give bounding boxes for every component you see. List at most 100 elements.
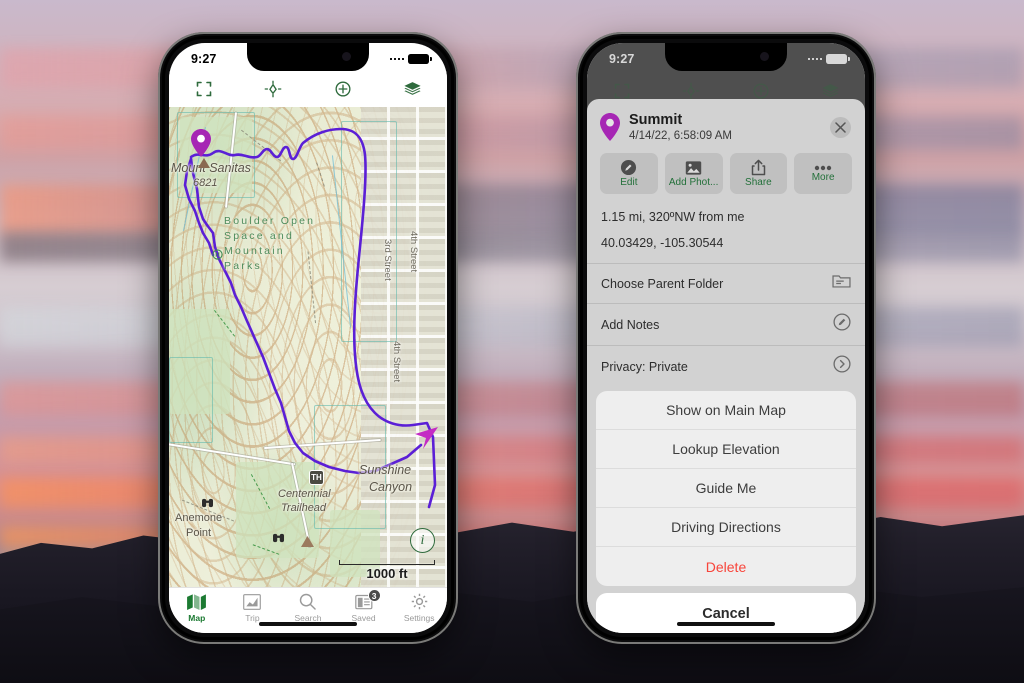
more-label: More — [811, 171, 835, 183]
signal-icon — [389, 57, 404, 61]
fullscreen-icon — [196, 81, 212, 97]
locate-me-button-dimmed — [657, 82, 727, 100]
locate-icon — [264, 80, 282, 98]
heading-arrow-marker[interactable] — [414, 425, 440, 458]
map-pin-summit[interactable] — [191, 129, 211, 157]
phone-right: 9:27 Summit 4/14/22, 6:58:09 AM Edit Add… — [576, 32, 876, 644]
status-indicators — [807, 53, 850, 65]
route-path-west — [189, 157, 423, 475]
action-driving-directions[interactable]: Driving Directions — [596, 508, 856, 547]
layers-button[interactable] — [378, 80, 448, 98]
tab-settings-label: Settings — [403, 613, 435, 623]
ellipsis-icon — [814, 165, 832, 170]
close-icon — [835, 121, 846, 133]
privacy-row[interactable]: Privacy: Private — [587, 345, 865, 387]
gear-icon — [411, 592, 428, 611]
search-icon — [299, 592, 317, 611]
fullscreen-button[interactable] — [169, 81, 239, 97]
action-lookup-elevation[interactable]: Lookup Elevation — [596, 430, 856, 469]
action-guide-me[interactable]: Guide Me — [596, 469, 856, 508]
tab-settings[interactable]: Settings — [391, 592, 447, 623]
battery-icon — [408, 53, 432, 65]
coordinates-line: 40.03429, -105.30544 — [601, 236, 724, 250]
pencil-circle-icon — [833, 313, 851, 336]
close-button[interactable] — [830, 116, 851, 138]
add-notes-row[interactable]: Add Notes — [587, 303, 865, 345]
action-sheet: Show on Main Map Lookup Elevation Guide … — [587, 391, 865, 633]
action-cancel[interactable]: Cancel — [596, 593, 856, 633]
left-screen: 9:27 Mount Sanitas 6821 Boulder Open Spa… — [169, 43, 447, 633]
tab-search[interactable]: Search — [280, 592, 336, 623]
distance-bearing-line: 1.15 mi, 320ºNW from me — [601, 210, 745, 224]
layers-icon — [822, 84, 839, 97]
share-icon — [751, 159, 766, 176]
edit-button[interactable]: Edit — [600, 153, 658, 194]
route-path-east — [189, 127, 437, 509]
status-time: 9:27 — [191, 52, 217, 66]
home-indicator — [677, 621, 775, 626]
share-label: Share — [745, 177, 772, 188]
phone-left: 9:27 Mount Sanitas 6821 Boulder Open Spa… — [158, 32, 458, 644]
heading-arrow-icon — [415, 427, 438, 449]
viewpoint-icon — [212, 247, 223, 265]
notch — [665, 43, 787, 71]
add-waypoint-button-dimmed — [726, 82, 796, 100]
status-time: 9:27 — [609, 52, 635, 66]
waypoint-title: Summit — [629, 112, 683, 128]
action-sheet-group: Show on Main Map Lookup Elevation Guide … — [596, 391, 856, 586]
status-indicators — [389, 53, 432, 65]
waypoint-detail-sheet: Summit 4/14/22, 6:58:09 AM Edit Add Phot… — [587, 99, 865, 633]
more-button[interactable]: More — [794, 153, 852, 194]
map-info-button[interactable]: i — [410, 528, 435, 553]
action-show-on-main-map[interactable]: Show on Main Map — [596, 391, 856, 430]
map-pin-icon — [191, 129, 211, 157]
photo-icon — [685, 160, 702, 175]
map-icon — [187, 592, 207, 611]
locate-icon — [682, 82, 700, 100]
add-photo-button[interactable]: Add Phot... — [664, 153, 723, 194]
notch — [247, 43, 369, 71]
layers-button-dimmed — [796, 82, 866, 100]
share-button[interactable]: Share — [729, 153, 788, 194]
pencil-icon — [621, 159, 637, 176]
sheet-title-group: Summit 4/14/22, 6:58:09 AM — [629, 112, 821, 142]
viewpoint-icon — [272, 530, 285, 548]
map-toolbar — [169, 71, 447, 107]
chart-icon — [243, 592, 262, 611]
action-delete[interactable]: Delete — [596, 547, 856, 586]
front-camera-icon — [760, 52, 769, 61]
add-photo-label: Add Phot... — [668, 176, 719, 188]
add-waypoint-icon — [753, 83, 769, 99]
add-notes-label: Add Notes — [601, 317, 660, 332]
tab-bar: Map Trip Search 3 Saved Settings — [169, 587, 447, 633]
layers-icon — [404, 82, 421, 95]
home-indicator — [259, 621, 357, 626]
choose-parent-folder-row[interactable]: Choose Parent Folder — [587, 263, 865, 303]
tab-trip-label: Trip — [245, 613, 260, 623]
choose-parent-folder-label: Choose Parent Folder — [601, 276, 724, 291]
tab-map[interactable]: Map — [169, 592, 225, 623]
map-scale-bar: 1000 ft — [339, 560, 435, 581]
waypoint-pin-icon — [600, 113, 620, 141]
fullscreen-icon — [614, 83, 630, 99]
viewpoint-icon — [201, 495, 214, 513]
tab-map-label: Map — [188, 613, 206, 623]
summit-marker-icon — [198, 155, 210, 173]
add-waypoint-button[interactable] — [308, 80, 378, 98]
locate-me-button[interactable] — [239, 80, 309, 98]
chevron-right-icon — [833, 355, 851, 378]
fullscreen-button-dimmed — [587, 83, 657, 99]
tab-saved[interactable]: 3 Saved — [336, 589, 392, 623]
trailhead-icon: TH — [309, 470, 324, 485]
saved-badge: 3 — [367, 589, 381, 602]
waypoint-info-block: 1.15 mi, 320ºNW from me 40.03429, -105.3… — [587, 203, 865, 263]
battery-icon — [826, 53, 850, 65]
edit-label: Edit — [620, 177, 638, 188]
sheet-header: Summit 4/14/22, 6:58:09 AM — [587, 106, 865, 142]
tab-trip[interactable]: Trip — [225, 592, 281, 623]
privacy-label: Privacy: Private — [601, 359, 688, 374]
folder-icon — [832, 273, 851, 294]
scale-bar-label: 1000 ft — [366, 566, 408, 581]
map-canvas[interactable]: Mount Sanitas 6821 Boulder Open Space an… — [169, 107, 447, 587]
scale-bar-line — [339, 560, 435, 565]
